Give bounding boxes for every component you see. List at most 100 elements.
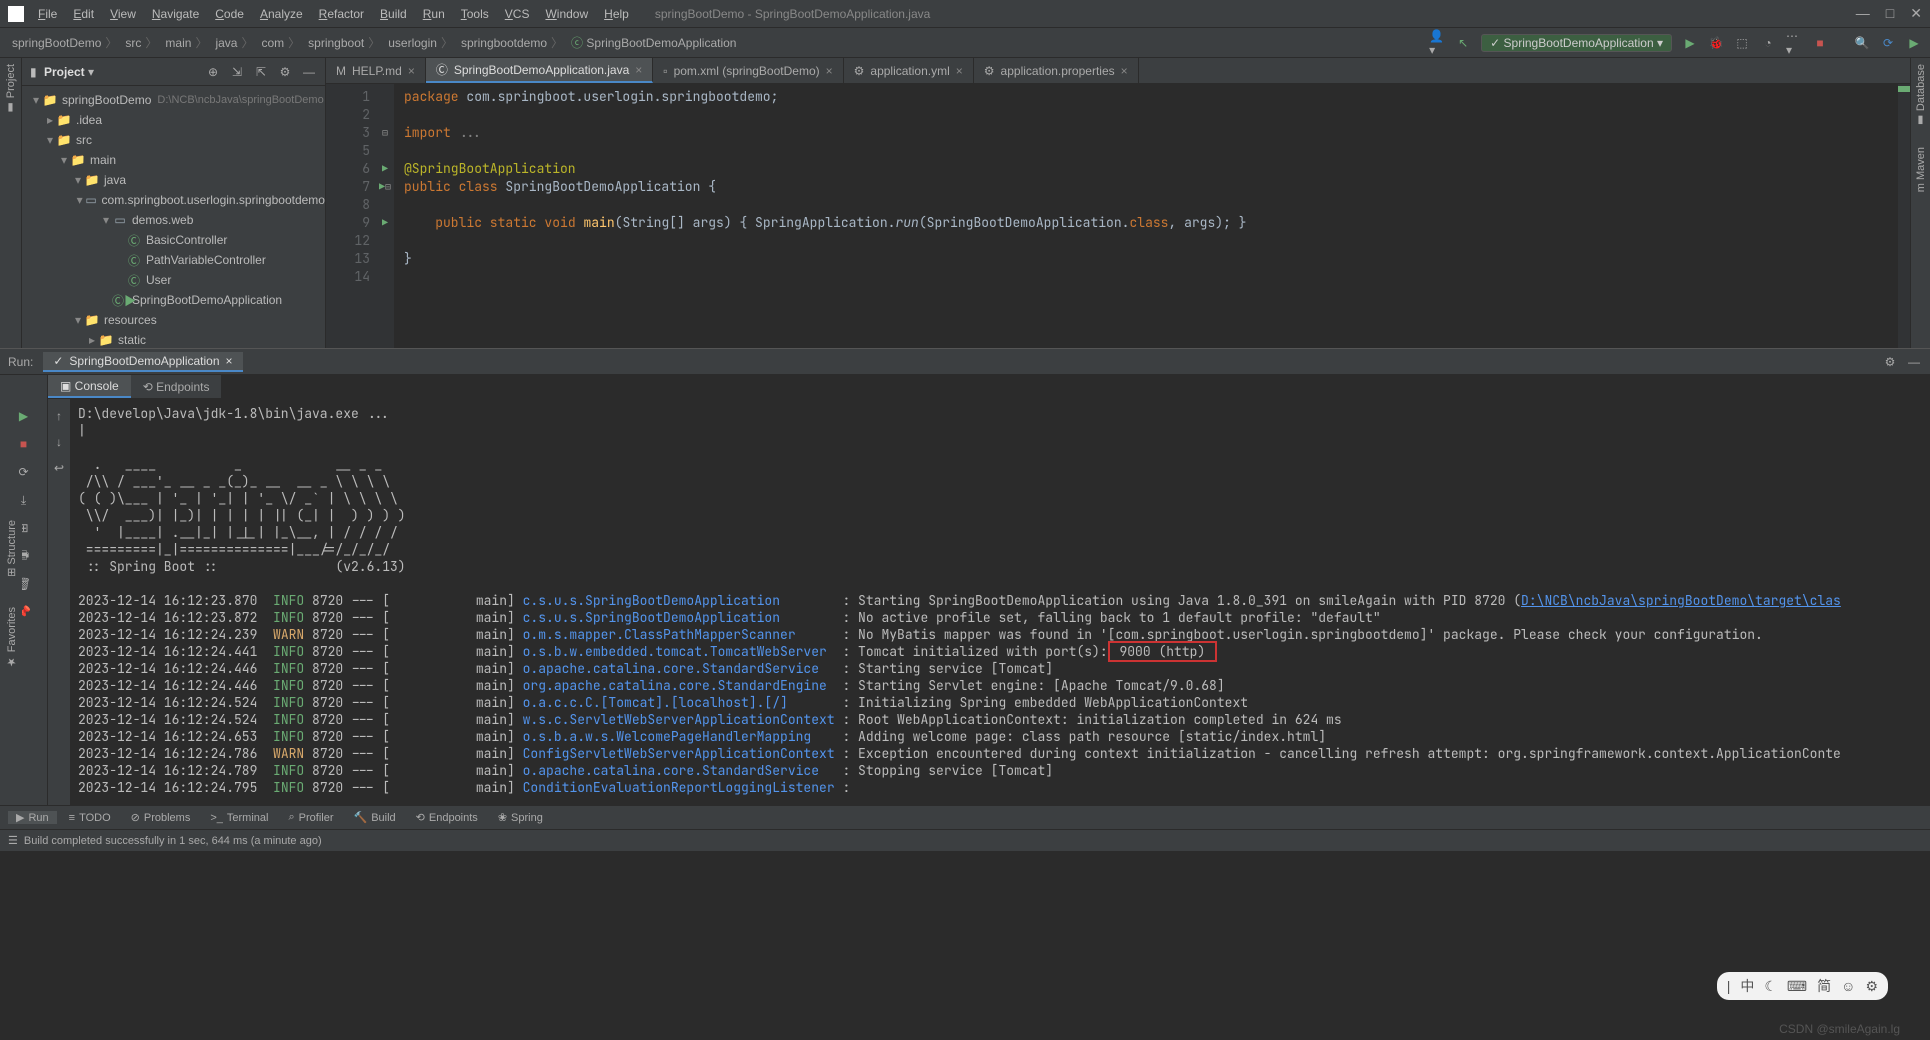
- tree-item[interactable]: ▾▭com.springboot.userlogin.springbootdem…: [22, 190, 325, 210]
- bottom-tab-run[interactable]: ▶Run: [8, 811, 57, 824]
- editor-tab[interactable]: ▫pom.xml (springBootDemo)×: [653, 58, 843, 83]
- stop-icon[interactable]: ■: [1812, 35, 1828, 51]
- editor-tab[interactable]: ⒸSpringBootDemoApplication.java×: [426, 58, 653, 83]
- maven-stripe-button[interactable]: m Maven: [1915, 147, 1927, 192]
- gutter-run-icon[interactable]: ▶: [382, 214, 388, 232]
- minimize-icon[interactable]: —: [1856, 5, 1870, 22]
- menu-window[interactable]: Window: [539, 5, 594, 23]
- menu-edit[interactable]: Edit: [67, 5, 100, 23]
- tree-item[interactable]: ▾📁springBootDemoD:\NCB\ncbJava\springBoo…: [22, 90, 325, 110]
- build-hammer-icon[interactable]: ↖: [1455, 35, 1471, 51]
- rerun-icon[interactable]: ▶: [13, 405, 35, 427]
- scroll-up-icon[interactable]: ↑: [48, 405, 70, 427]
- run-gear-icon[interactable]: ⚙: [1882, 354, 1898, 370]
- menu-build[interactable]: Build: [374, 5, 413, 23]
- breadcrumb-segment[interactable]: main: [161, 34, 211, 51]
- rerun-arrow-icon[interactable]: ⟳: [13, 461, 35, 483]
- tree-item[interactable]: Ⓒ▶SpringBootDemoApplication: [22, 290, 325, 310]
- breadcrumb-segment[interactable]: src: [121, 34, 161, 51]
- menu-navigate[interactable]: Navigate: [146, 5, 205, 23]
- ime-tool-button[interactable]: ☾: [1764, 978, 1777, 995]
- bottom-tab-spring[interactable]: ❀Spring: [490, 811, 551, 824]
- gear-icon[interactable]: ⚙: [277, 64, 293, 80]
- more-run-icon[interactable]: ⋯▾: [1786, 35, 1802, 51]
- gutter-run-icon[interactable]: ▶: [382, 160, 388, 178]
- hide-panel-icon[interactable]: —: [301, 64, 317, 80]
- ime-tool-button[interactable]: |: [1727, 978, 1731, 994]
- fold-icon[interactable]: ⊟: [385, 178, 391, 196]
- tree-item[interactable]: ▾📁resources: [22, 310, 325, 330]
- menu-code[interactable]: Code: [209, 5, 250, 23]
- tree-item[interactable]: ⒸPathVariableController: [22, 250, 325, 270]
- run-config-selector[interactable]: ✓ SpringBootDemoApplication ▾: [1481, 34, 1672, 52]
- editor-tab[interactable]: ⚙application.properties×: [974, 58, 1139, 83]
- run-icon[interactable]: ▶: [1682, 35, 1698, 51]
- run-subtab-endpoints[interactable]: ⟲ Endpoints: [131, 375, 222, 398]
- run-subtab-console[interactable]: ▣ Console: [48, 375, 131, 398]
- tree-item[interactable]: ⒸBasicController: [22, 230, 325, 250]
- menu-view[interactable]: View: [104, 5, 142, 23]
- tab-close-icon[interactable]: ×: [956, 64, 963, 78]
- close-icon[interactable]: ✕: [1910, 5, 1922, 22]
- select-opened-icon[interactable]: ⊕: [205, 64, 221, 80]
- breadcrumb-segment[interactable]: springboot: [304, 34, 384, 51]
- ime-floating-toolbar[interactable]: | 中 ☾ ⌨ 简 ☺ ⚙: [1717, 972, 1888, 1000]
- user-icon[interactable]: 👤▾: [1429, 35, 1445, 51]
- collapse-all-icon[interactable]: ⇱: [253, 64, 269, 80]
- menu-file[interactable]: File: [32, 5, 63, 23]
- ime-tool-button[interactable]: ☺: [1841, 978, 1855, 994]
- tree-item[interactable]: ▾▭demos.web: [22, 210, 325, 230]
- ide-run-icon[interactable]: ▶: [1906, 35, 1922, 51]
- menu-tools[interactable]: Tools: [455, 5, 495, 23]
- ime-tool-button[interactable]: 中: [1740, 976, 1754, 996]
- breadcrumb-segment[interactable]: userlogin: [384, 34, 457, 51]
- editor-tab[interactable]: ⚙application.yml×: [844, 58, 974, 83]
- ime-tool-button[interactable]: ⚙: [1865, 978, 1878, 995]
- project-tree[interactable]: ▾📁springBootDemoD:\NCB\ncbJava\springBoo…: [22, 86, 325, 348]
- project-stripe-button[interactable]: ▮ Project: [4, 64, 17, 114]
- structure-stripe-button[interactable]: ⊞ Structure: [5, 520, 18, 577]
- breadcrumb-segment[interactable]: com: [257, 34, 304, 51]
- ime-tool-button[interactable]: 简: [1817, 976, 1831, 996]
- down-stack-icon[interactable]: ⤓: [13, 489, 35, 511]
- breadcrumb-segment[interactable]: springBootDemo: [8, 34, 121, 51]
- bottom-tab-todo[interactable]: ≡TODO: [61, 812, 119, 824]
- tab-close-icon[interactable]: ×: [635, 63, 642, 77]
- ime-tool-button[interactable]: ⌨: [1787, 978, 1807, 995]
- menu-run[interactable]: Run: [417, 5, 451, 23]
- bottom-tab-problems[interactable]: ⊘Problems: [123, 811, 199, 824]
- run-config-tab[interactable]: ✓ SpringBootDemoApplication ×: [43, 352, 242, 372]
- code-editor[interactable]: 12356789121314 ⊟▶▶⊟▶ package com.springb…: [326, 84, 1910, 348]
- tree-item[interactable]: ▸📁static: [22, 330, 325, 348]
- tab-close-icon[interactable]: ×: [408, 64, 415, 78]
- tree-item[interactable]: ▾📁main: [22, 150, 325, 170]
- maximize-icon[interactable]: □: [1886, 5, 1894, 22]
- tab-close-icon[interactable]: ×: [1121, 64, 1128, 78]
- menu-vcs[interactable]: VCS: [499, 5, 536, 23]
- tree-item[interactable]: ▾📁java: [22, 170, 325, 190]
- tree-item[interactable]: ▸📁.idea: [22, 110, 325, 130]
- bottom-tab-terminal[interactable]: >_Terminal: [202, 812, 276, 824]
- coverage-icon[interactable]: ⬚: [1734, 35, 1750, 51]
- vcs-update-icon[interactable]: ⟳: [1880, 35, 1896, 51]
- project-view-selector[interactable]: ▮ Project ▾: [30, 65, 94, 79]
- breadcrumb-class[interactable]: ⓒ SpringBootDemoApplication: [567, 34, 740, 51]
- menu-refactor[interactable]: Refactor: [313, 5, 370, 23]
- event-log-icon[interactable]: ☰: [8, 834, 18, 847]
- run-hide-icon[interactable]: —: [1906, 354, 1922, 370]
- breadcrumb-segment[interactable]: java: [211, 34, 257, 51]
- tree-item[interactable]: ▾📁src: [22, 130, 325, 150]
- tab-close-icon[interactable]: ×: [826, 64, 833, 78]
- search-icon[interactable]: 🔍: [1854, 35, 1870, 51]
- database-stripe-button[interactable]: ▮ Database: [1914, 64, 1927, 127]
- profile-icon[interactable]: ◔: [1760, 35, 1776, 51]
- bottom-tab-endpoints[interactable]: ⟲Endpoints: [408, 811, 486, 824]
- fold-icon[interactable]: ⊟: [382, 124, 388, 142]
- tree-item[interactable]: ⒸUser: [22, 270, 325, 290]
- code-content[interactable]: package com.springboot.userlogin.springb…: [394, 84, 1898, 348]
- breadcrumb-segment[interactable]: springbootdemo: [457, 34, 567, 51]
- expand-all-icon[interactable]: ⇲: [229, 64, 245, 80]
- menu-analyze[interactable]: Analyze: [254, 5, 309, 23]
- console-output[interactable]: D:\develop\Java\jdk-1.8\bin\java.exe ...…: [70, 399, 1930, 805]
- favorites-stripe-button[interactable]: ★ Favorites: [5, 607, 18, 668]
